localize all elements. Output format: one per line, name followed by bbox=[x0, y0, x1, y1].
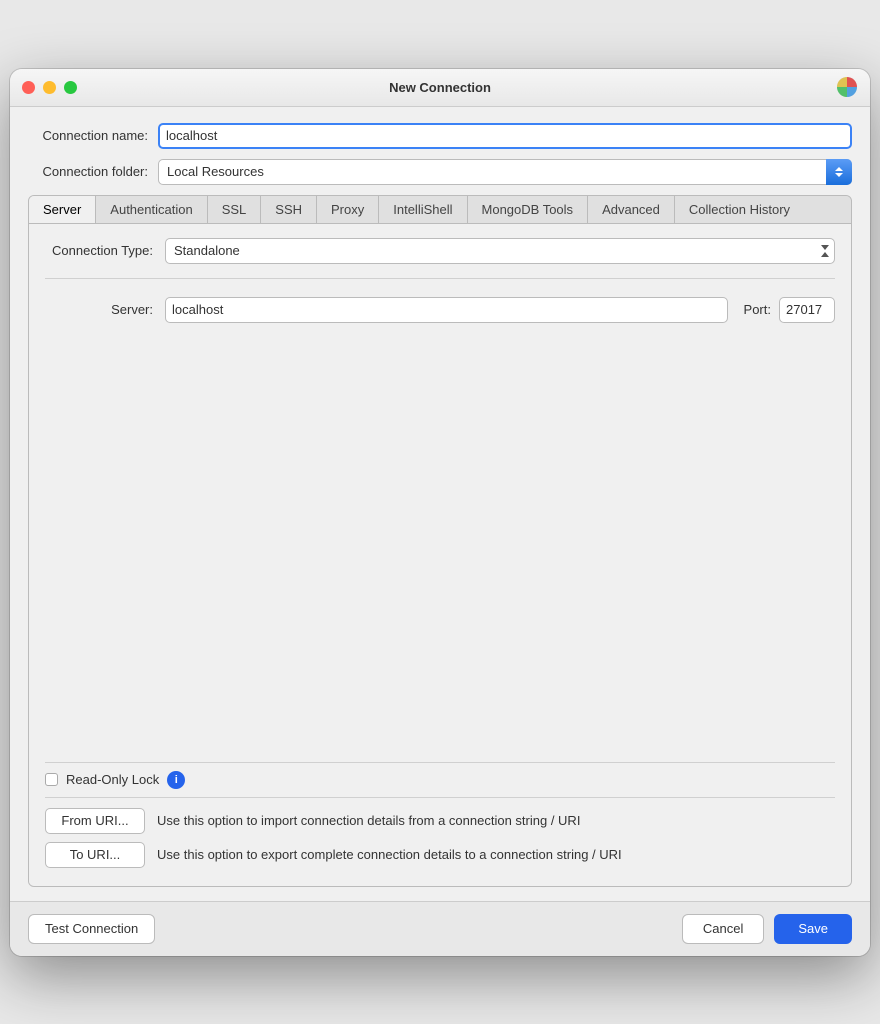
tab-content-server: Connection Type: Standalone Replica Set … bbox=[29, 224, 851, 754]
to-uri-row: To URI... Use this option to export comp… bbox=[45, 842, 835, 868]
bottom-section: Read-Only Lock i From URI... Use this op… bbox=[29, 754, 851, 886]
footer-right: Cancel Save bbox=[682, 914, 852, 944]
arrow-down-icon bbox=[835, 173, 843, 177]
window-controls bbox=[22, 81, 77, 94]
connection-type-row: Connection Type: Standalone Replica Set … bbox=[45, 238, 835, 279]
server-label: Server: bbox=[45, 302, 165, 317]
tab-advanced[interactable]: Advanced bbox=[588, 196, 675, 223]
to-uri-description: Use this option to export complete conne… bbox=[157, 847, 622, 862]
tabs-bar: Server Authentication SSL SSH Proxy Inte… bbox=[29, 196, 851, 224]
tab-proxy[interactable]: Proxy bbox=[317, 196, 379, 223]
cancel-button[interactable]: Cancel bbox=[682, 914, 764, 944]
dialog-content: Connection name: Connection folder: Loca… bbox=[10, 107, 870, 901]
readonly-row: Read-Only Lock i bbox=[45, 762, 835, 798]
connection-folder-row: Connection folder: Local Resources bbox=[28, 159, 852, 185]
window-title: New Connection bbox=[389, 80, 491, 95]
server-port-row: Server: Port: bbox=[45, 293, 835, 323]
close-button[interactable] bbox=[22, 81, 35, 94]
connection-folder-label: Connection folder: bbox=[28, 164, 158, 179]
tab-mongodb-tools[interactable]: MongoDB Tools bbox=[468, 196, 589, 223]
from-uri-row: From URI... Use this option to import co… bbox=[45, 808, 835, 834]
connection-type-wrapper: Standalone Replica Set Sharded Cluster D… bbox=[165, 238, 835, 264]
port-input[interactable] bbox=[779, 297, 835, 323]
app-icon bbox=[836, 76, 858, 98]
save-button[interactable]: Save bbox=[774, 914, 852, 944]
connection-type-select[interactable]: Standalone Replica Set Sharded Cluster D… bbox=[165, 238, 835, 264]
folder-arrow-icon bbox=[826, 159, 852, 185]
readonly-label: Read-Only Lock bbox=[66, 772, 159, 787]
arrow-up-icon bbox=[835, 167, 843, 171]
titlebar: New Connection bbox=[10, 69, 870, 107]
window: New Connection Connection name: Connecti… bbox=[10, 69, 870, 956]
folder-select-wrapper: Local Resources bbox=[158, 159, 852, 185]
connection-name-label: Connection name: bbox=[28, 128, 158, 143]
connection-name-row: Connection name: bbox=[28, 123, 852, 149]
tab-ssl[interactable]: SSL bbox=[208, 196, 262, 223]
from-uri-button[interactable]: From URI... bbox=[45, 808, 145, 834]
connection-type-label: Connection Type: bbox=[45, 243, 165, 258]
tab-ssh[interactable]: SSH bbox=[261, 196, 317, 223]
connection-name-input[interactable] bbox=[158, 123, 852, 149]
footer-left: Test Connection bbox=[28, 914, 155, 944]
readonly-checkbox[interactable] bbox=[45, 773, 58, 786]
test-connection-button[interactable]: Test Connection bbox=[28, 914, 155, 944]
tab-authentication[interactable]: Authentication bbox=[96, 196, 207, 223]
tab-intellishell[interactable]: IntelliShell bbox=[379, 196, 467, 223]
from-uri-description: Use this option to import connection det… bbox=[157, 813, 580, 828]
to-uri-button[interactable]: To URI... bbox=[45, 842, 145, 868]
minimize-button[interactable] bbox=[43, 81, 56, 94]
info-icon[interactable]: i bbox=[167, 771, 185, 789]
window-footer: Test Connection Cancel Save bbox=[10, 901, 870, 956]
server-input[interactable] bbox=[165, 297, 728, 323]
tab-server[interactable]: Server bbox=[29, 196, 96, 224]
maximize-button[interactable] bbox=[64, 81, 77, 94]
connection-folder-select[interactable]: Local Resources bbox=[158, 159, 852, 185]
port-label: Port: bbox=[744, 302, 771, 317]
tab-collection-history[interactable]: Collection History bbox=[675, 196, 804, 223]
tabs-container: Server Authentication SSL SSH Proxy Inte… bbox=[28, 195, 852, 887]
